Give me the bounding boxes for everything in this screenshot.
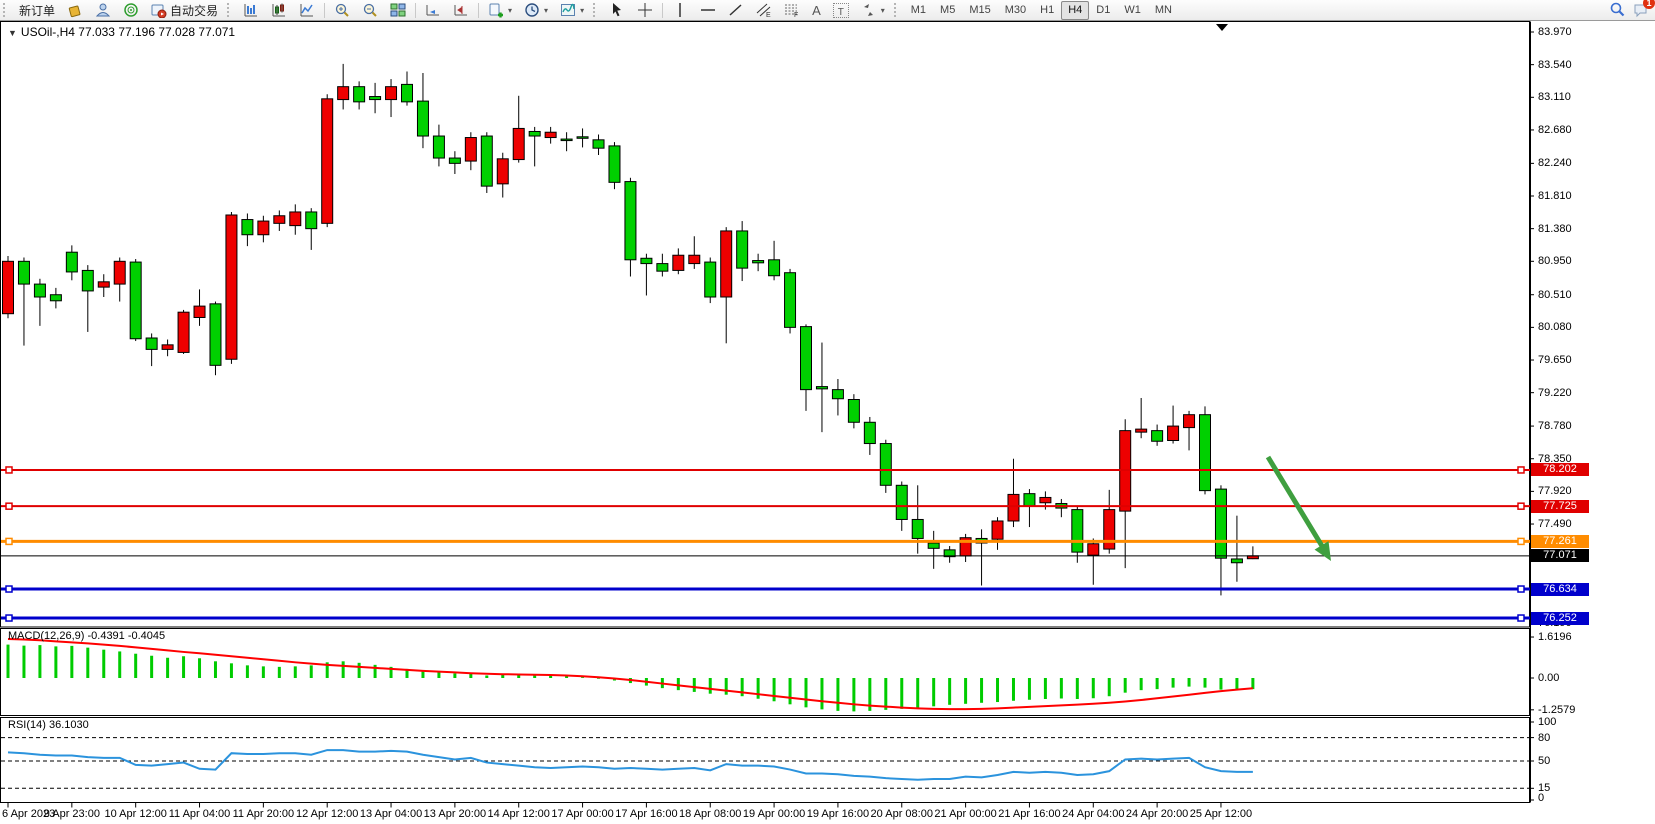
time-axis-label: 18 Apr 08:00	[679, 808, 741, 820]
level-price-badge: 76.252	[1531, 612, 1589, 625]
time-axis-label: 11 Apr 04:00	[169, 808, 231, 820]
time-axis-label: 14 Apr 12:00	[488, 808, 550, 820]
level-price-badge: 76.634	[1531, 583, 1589, 596]
price-axis-tick-label: 77.490	[1538, 518, 1572, 530]
price-axis-tick-label: 79.650	[1538, 354, 1572, 366]
macd-scale-label: 1.6196	[1538, 631, 1572, 643]
rsi-label: RSI(14) 36.1030	[8, 719, 89, 731]
price-axis-tick-label: 80.950	[1538, 255, 1572, 267]
time-axis-label: 9 Apr 23:00	[44, 808, 100, 820]
price-axis-tick-label: 80.080	[1538, 321, 1572, 333]
price-axis-tick-label: 80.510	[1538, 289, 1572, 301]
rsi-value: 36.1030	[49, 719, 89, 731]
level-price-badge: 78.202	[1531, 463, 1589, 476]
macd-scale-label: -1.2579	[1538, 704, 1575, 716]
chart-quote-values: 77.033 77.196 77.028 77.071	[78, 25, 235, 39]
rsi-scale-label: 80	[1538, 732, 1550, 744]
rsi-scale-label: 50	[1538, 755, 1550, 767]
level-price-badge: 77.261	[1531, 535, 1589, 548]
level-price-badge: 77.725	[1531, 500, 1589, 513]
time-axis-label: 11 Apr 20:00	[233, 808, 295, 820]
chart-symbol-period: USOil-,H4	[21, 25, 75, 39]
macd-scale-label: 0.00	[1538, 672, 1559, 684]
price-axis-tick-label: 79.220	[1538, 387, 1572, 399]
price-axis-tick-label: 83.540	[1538, 59, 1572, 71]
price-axis-tick-label: 82.680	[1538, 124, 1572, 136]
macd-label: MACD(12,26,9) -0.4391 -0.4045	[8, 630, 165, 642]
pane-frames	[1, 22, 1531, 803]
price-axis-tick-label: 77.920	[1538, 485, 1572, 497]
price-axis-tick-label: 83.970	[1538, 26, 1572, 38]
price-axis-tick-label: 81.810	[1538, 190, 1572, 202]
time-axis-label: 10 Apr 12:00	[104, 808, 166, 820]
chart-title-overlay: ▼ USOil-,H4 77.033 77.196 77.028 77.071	[8, 25, 235, 39]
rsi-scale-label: 100	[1538, 716, 1556, 728]
time-axis-label: 17 Apr 00:00	[551, 808, 613, 820]
trading-terminal-window: 新订单 自动交易	[0, 0, 1655, 824]
time-axis-label: 13 Apr 20:00	[424, 808, 486, 820]
current-price-badge: 77.071	[1531, 549, 1589, 562]
collapse-quote-icon[interactable]: ▼	[8, 28, 17, 38]
time-axis-label: 13 Apr 04:00	[360, 808, 422, 820]
rsi-scale-label: 0	[1538, 792, 1544, 804]
price-axis-tick-label: 83.110	[1538, 91, 1571, 103]
price-axis-tick-label: 82.240	[1538, 157, 1572, 169]
time-axis-label: 20 Apr 08:00	[871, 808, 933, 820]
time-axis-label: 25 Apr 12:00	[1190, 808, 1252, 820]
time-axis-label: 17 Apr 16:00	[615, 808, 677, 820]
price-axis-tick-label: 81.380	[1538, 223, 1572, 235]
price-axis-tick-label: 78.780	[1538, 420, 1572, 432]
time-axis-label: 19 Apr 16:00	[807, 808, 869, 820]
time-axis-label: 24 Apr 04:00	[1062, 808, 1124, 820]
time-axis-label: 12 Apr 12:00	[296, 808, 358, 820]
time-axis-label: 21 Apr 16:00	[998, 808, 1060, 820]
time-axis-label: 24 Apr 20:00	[1126, 808, 1188, 820]
price-chart-canvas[interactable]	[0, 0, 1655, 824]
time-axis-label: 19 Apr 00:00	[743, 808, 805, 820]
macd-values: -0.4391 -0.4045	[87, 630, 165, 642]
time-axis-label: 21 Apr 00:00	[934, 808, 996, 820]
